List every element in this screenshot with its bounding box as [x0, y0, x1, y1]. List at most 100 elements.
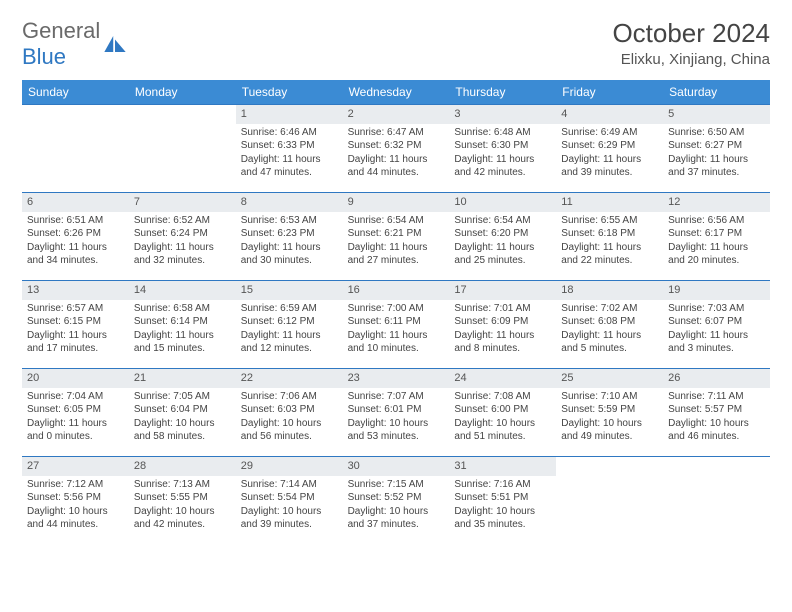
- day-number: 13: [22, 281, 129, 300]
- day-details: Sunrise: 7:04 AMSunset: 6:05 PMDaylight:…: [22, 388, 129, 448]
- day-number: 20: [22, 369, 129, 388]
- day-details: Sunrise: 7:12 AMSunset: 5:56 PMDaylight:…: [22, 476, 129, 536]
- day-details: Sunrise: 7:01 AMSunset: 6:09 PMDaylight:…: [449, 300, 556, 360]
- day-details: Sunrise: 6:51 AMSunset: 6:26 PMDaylight:…: [22, 212, 129, 272]
- calendar-cell: 11Sunrise: 6:55 AMSunset: 6:18 PMDayligh…: [556, 192, 663, 280]
- day-number: 12: [663, 193, 770, 212]
- day-number: 30: [343, 457, 450, 476]
- calendar-cell: 1Sunrise: 6:46 AMSunset: 6:33 PMDaylight…: [236, 104, 343, 192]
- day-number: 17: [449, 281, 556, 300]
- calendar-cell: 15Sunrise: 6:59 AMSunset: 6:12 PMDayligh…: [236, 280, 343, 368]
- calendar-cell: 5Sunrise: 6:50 AMSunset: 6:27 PMDaylight…: [663, 104, 770, 192]
- logo-word-2: Blue: [22, 44, 66, 69]
- day-details: Sunrise: 7:05 AMSunset: 6:04 PMDaylight:…: [129, 388, 236, 448]
- day-details: Sunrise: 7:06 AMSunset: 6:03 PMDaylight:…: [236, 388, 343, 448]
- weekday-header: Tuesday: [236, 80, 343, 104]
- calendar-cell: [22, 104, 129, 192]
- day-details: Sunrise: 6:50 AMSunset: 6:27 PMDaylight:…: [663, 124, 770, 184]
- calendar-cell: 31Sunrise: 7:16 AMSunset: 5:51 PMDayligh…: [449, 456, 556, 544]
- day-details: Sunrise: 6:49 AMSunset: 6:29 PMDaylight:…: [556, 124, 663, 184]
- day-number: 14: [129, 281, 236, 300]
- day-number: 31: [449, 457, 556, 476]
- day-details: Sunrise: 7:00 AMSunset: 6:11 PMDaylight:…: [343, 300, 450, 360]
- day-number: 10: [449, 193, 556, 212]
- calendar-cell: 14Sunrise: 6:58 AMSunset: 6:14 PMDayligh…: [129, 280, 236, 368]
- calendar-cell: 7Sunrise: 6:52 AMSunset: 6:24 PMDaylight…: [129, 192, 236, 280]
- day-details: Sunrise: 6:52 AMSunset: 6:24 PMDaylight:…: [129, 212, 236, 272]
- day-number: 18: [556, 281, 663, 300]
- day-details: Sunrise: 6:53 AMSunset: 6:23 PMDaylight:…: [236, 212, 343, 272]
- day-details: Sunrise: 6:59 AMSunset: 6:12 PMDaylight:…: [236, 300, 343, 360]
- calendar-cell: [129, 104, 236, 192]
- day-number: 27: [22, 457, 129, 476]
- day-number: 19: [663, 281, 770, 300]
- day-number: 15: [236, 281, 343, 300]
- day-number: 21: [129, 369, 236, 388]
- page-title: October 2024: [612, 18, 770, 49]
- calendar-cell: 13Sunrise: 6:57 AMSunset: 6:15 PMDayligh…: [22, 280, 129, 368]
- day-number: 23: [343, 369, 450, 388]
- calendar-cell: 23Sunrise: 7:07 AMSunset: 6:01 PMDayligh…: [343, 368, 450, 456]
- day-number: 6: [22, 193, 129, 212]
- calendar-cell: 19Sunrise: 7:03 AMSunset: 6:07 PMDayligh…: [663, 280, 770, 368]
- calendar-cell: 4Sunrise: 6:49 AMSunset: 6:29 PMDaylight…: [556, 104, 663, 192]
- day-details: Sunrise: 7:11 AMSunset: 5:57 PMDaylight:…: [663, 388, 770, 448]
- calendar-cell: 25Sunrise: 7:10 AMSunset: 5:59 PMDayligh…: [556, 368, 663, 456]
- calendar-cell: 9Sunrise: 6:54 AMSunset: 6:21 PMDaylight…: [343, 192, 450, 280]
- day-number: 22: [236, 369, 343, 388]
- logo: General Blue: [22, 18, 126, 70]
- day-details: Sunrise: 6:54 AMSunset: 6:21 PMDaylight:…: [343, 212, 450, 272]
- calendar-cell: 17Sunrise: 7:01 AMSunset: 6:09 PMDayligh…: [449, 280, 556, 368]
- day-number: 3: [449, 105, 556, 124]
- calendar-cell: 28Sunrise: 7:13 AMSunset: 5:55 PMDayligh…: [129, 456, 236, 544]
- day-number: 8: [236, 193, 343, 212]
- day-number: 25: [556, 369, 663, 388]
- calendar-cell: 27Sunrise: 7:12 AMSunset: 5:56 PMDayligh…: [22, 456, 129, 544]
- logo-word-1: General: [22, 18, 100, 43]
- day-number: 2: [343, 105, 450, 124]
- calendar-cell: 6Sunrise: 6:51 AMSunset: 6:26 PMDaylight…: [22, 192, 129, 280]
- day-details: Sunrise: 6:56 AMSunset: 6:17 PMDaylight:…: [663, 212, 770, 272]
- calendar-cell: [663, 456, 770, 544]
- day-number: 11: [556, 193, 663, 212]
- calendar-cell: 26Sunrise: 7:11 AMSunset: 5:57 PMDayligh…: [663, 368, 770, 456]
- calendar-cell: [556, 456, 663, 544]
- calendar-cell: 30Sunrise: 7:15 AMSunset: 5:52 PMDayligh…: [343, 456, 450, 544]
- day-details: Sunrise: 7:10 AMSunset: 5:59 PMDaylight:…: [556, 388, 663, 448]
- weekday-header: Thursday: [449, 80, 556, 104]
- weekday-header: Wednesday: [343, 80, 450, 104]
- calendar-cell: 16Sunrise: 7:00 AMSunset: 6:11 PMDayligh…: [343, 280, 450, 368]
- sail-icon: [104, 36, 126, 52]
- day-details: Sunrise: 6:48 AMSunset: 6:30 PMDaylight:…: [449, 124, 556, 184]
- day-details: Sunrise: 6:47 AMSunset: 6:32 PMDaylight:…: [343, 124, 450, 184]
- day-number: 7: [129, 193, 236, 212]
- calendar-cell: 21Sunrise: 7:05 AMSunset: 6:04 PMDayligh…: [129, 368, 236, 456]
- weekday-header: Friday: [556, 80, 663, 104]
- day-details: Sunrise: 6:57 AMSunset: 6:15 PMDaylight:…: [22, 300, 129, 360]
- day-number: 1: [236, 105, 343, 124]
- day-details: Sunrise: 7:15 AMSunset: 5:52 PMDaylight:…: [343, 476, 450, 536]
- calendar-cell: 29Sunrise: 7:14 AMSunset: 5:54 PMDayligh…: [236, 456, 343, 544]
- weekday-header: Saturday: [663, 80, 770, 104]
- day-details: Sunrise: 7:03 AMSunset: 6:07 PMDaylight:…: [663, 300, 770, 360]
- day-details: Sunrise: 6:58 AMSunset: 6:14 PMDaylight:…: [129, 300, 236, 360]
- header: General Blue October 2024 Elixku, Xinjia…: [22, 18, 770, 70]
- calendar-cell: 22Sunrise: 7:06 AMSunset: 6:03 PMDayligh…: [236, 368, 343, 456]
- calendar-cell: 10Sunrise: 6:54 AMSunset: 6:20 PMDayligh…: [449, 192, 556, 280]
- day-details: Sunrise: 6:55 AMSunset: 6:18 PMDaylight:…: [556, 212, 663, 272]
- day-number: 24: [449, 369, 556, 388]
- weekday-header: Sunday: [22, 80, 129, 104]
- day-number: 16: [343, 281, 450, 300]
- calendar-cell: 8Sunrise: 6:53 AMSunset: 6:23 PMDaylight…: [236, 192, 343, 280]
- day-details: Sunrise: 6:54 AMSunset: 6:20 PMDaylight:…: [449, 212, 556, 272]
- title-block: October 2024 Elixku, Xinjiang, China: [612, 18, 770, 68]
- calendar-grid: 1Sunrise: 6:46 AMSunset: 6:33 PMDaylight…: [22, 104, 770, 544]
- day-details: Sunrise: 6:46 AMSunset: 6:33 PMDaylight:…: [236, 124, 343, 184]
- day-number: 29: [236, 457, 343, 476]
- calendar-cell: 18Sunrise: 7:02 AMSunset: 6:08 PMDayligh…: [556, 280, 663, 368]
- calendar-cell: 24Sunrise: 7:08 AMSunset: 6:00 PMDayligh…: [449, 368, 556, 456]
- location-label: Elixku, Xinjiang, China: [612, 51, 770, 68]
- day-details: Sunrise: 7:13 AMSunset: 5:55 PMDaylight:…: [129, 476, 236, 536]
- calendar-cell: 12Sunrise: 6:56 AMSunset: 6:17 PMDayligh…: [663, 192, 770, 280]
- calendar-cell: 2Sunrise: 6:47 AMSunset: 6:32 PMDaylight…: [343, 104, 450, 192]
